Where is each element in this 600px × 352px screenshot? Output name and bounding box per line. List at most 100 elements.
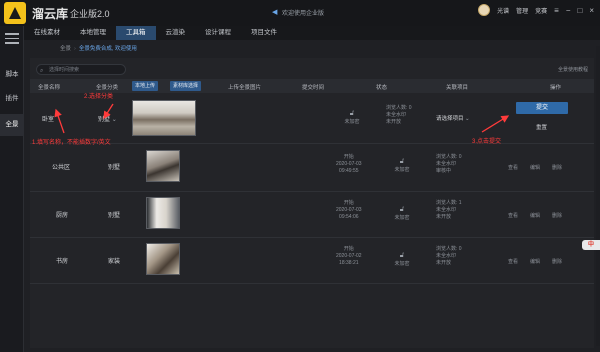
watermark-status: 未全水印 [436,207,457,213]
delete-button[interactable]: 删除 [552,164,562,171]
row-category: 别墅 [108,165,121,171]
table-row: 公共区 别墅 开始 2020-07-03 09:49:55 🔓︎ 未加密 浏览人… [30,144,594,192]
tab-toolbox[interactable]: 工具箱 [116,26,156,40]
row-time: 09:49:55 [339,168,359,174]
watermark-status: 未全水印 [436,253,457,259]
chevron-down-icon: ⌄ [111,117,117,123]
app-logo-icon [4,2,26,24]
tab-cloud-render[interactable]: 云渲染 [156,26,196,40]
tab-project-files[interactable]: 项目文件 [241,26,287,40]
row-time-label: 开始 [343,246,354,252]
breadcrumb-root[interactable]: 全景 [60,46,71,52]
table-row: 书房 家装 开始 2020-07-02 18:38:21 🔓︎ 未加密 浏览人数… [30,238,594,284]
time-search-input[interactable]: ⌕ 选择时间搜索 [36,64,126,75]
header-project: 关联项目 [446,85,469,91]
user-menu-manage[interactable]: 管理 [516,6,528,15]
lock-status: 🔓︎ 未加密 [342,110,362,125]
views-count: 浏览人数: 1 [436,200,462,206]
lock-icon[interactable]: 🔓︎ [342,110,362,118]
category-select[interactable]: 别墅 ⌄ [98,114,117,123]
rail-item-script[interactable]: 脚本 [0,64,24,86]
new-name-field[interactable]: 卧室 [42,114,54,123]
row-time: 09:54:06 [339,214,359,220]
minimize-button[interactable]: − [566,6,571,15]
edit-button[interactable]: 编辑 [530,212,540,219]
row-name: 公共区 [52,165,71,171]
header-operation: 操作 [550,85,562,91]
app-window: 溜云库 企业版2.0 ◀ 欢迎使用企业版 光谱 管理 竞赛 ≡ − □ × 脚本… [0,0,600,352]
local-upload-button[interactable]: 本地上传 [132,81,159,91]
row-submit-time: 开始 2020-07-03 09:49:55 [336,154,362,175]
user-name[interactable]: 光谱 [497,6,509,15]
view-button[interactable]: 查看 [508,212,518,219]
panorama-thumbnail[interactable] [132,100,196,136]
app-edition: 企业版2.0 [70,8,110,19]
views-count: 浏览人数: 0 [436,246,462,252]
row-time-label: 开始 [343,200,354,206]
delete-button[interactable]: 删除 [552,258,562,265]
usage-tutorial-link[interactable]: 全景使用教程 [558,66,588,73]
table-row: 厨房 别墅 开始 2020-07-03 09:54:06 🔓︎ 未加密 浏览人数… [30,192,594,238]
hamburger-icon[interactable]: ≡ [554,6,559,15]
choose-material-button[interactable]: 素材库选择 [170,81,202,91]
lock-status: 🔓︎ 未加密 [392,158,412,173]
rail-item-panorama[interactable]: 全景 [0,114,24,136]
row-time-label: 开始 [343,154,354,160]
tab-online-material[interactable]: 在线素材 [24,26,70,40]
header-upload-image: 上传全景图片 [228,85,262,91]
user-menu-contest[interactable]: 竞赛 [535,6,547,15]
row-category: 家装 [108,259,121,265]
chevron-down-icon: ⌄ [465,116,470,122]
maximize-button[interactable]: □ [577,6,582,15]
row-status-info: 浏览人数: 1 未全水印 未开放 [436,200,462,221]
annotation-step2: 2.选择分类 [84,94,114,100]
lock-icon[interactable]: 🔓︎ [392,206,412,214]
view-button[interactable]: 查看 [508,258,518,265]
ime-badge[interactable]: 中 [582,240,600,250]
breadcrumb: 全景 › 全景免费合成, 欢迎使用 [60,46,137,52]
edit-button[interactable]: 编辑 [530,258,540,265]
lock-status: 🔓︎ 未加密 [392,206,412,221]
row-thumbnail[interactable] [146,197,180,229]
category-select-value: 别墅 [98,117,111,123]
edit-button[interactable]: 编辑 [530,164,540,171]
review-status: 审核中 [436,168,452,174]
avatar[interactable] [478,4,491,16]
project-select[interactable]: 请选择项目 ⌄ [436,114,470,122]
header-category: 全景分类 [96,85,119,91]
row-date: 2020-07-03 [336,207,362,213]
rail-item-plugin[interactable]: 插件 [0,88,24,110]
lock-icon[interactable]: 🔓︎ [392,158,412,166]
lock-icon[interactable]: 🔓︎ [392,252,412,260]
search-placeholder: 选择时间搜索 [49,67,80,73]
watermark-status: 未全水印 [386,112,407,118]
top-nav: 在线素材 本地管理 工具箱 云渲染 设计课程 项目文件 [24,26,600,40]
welcome-text: 欢迎使用企业版 [282,11,325,17]
row-date: 2020-07-02 [336,253,362,259]
new-panorama-row: 卧室 别墅 ⌄ 🔓︎ 未加密 浏览人数: 0 未全水印 未开放 请选择项目 ⌄ … [30,94,594,144]
row-thumbnail[interactable] [146,150,180,182]
close-button[interactable]: × [589,6,594,15]
open-status: 未开放 [436,214,452,220]
welcome-banner: ◀ 欢迎使用企业版 [272,8,324,17]
app-title: 溜云库 [32,6,69,21]
reset-button[interactable]: 重置 [536,123,547,131]
row-thumbnail[interactable] [146,243,180,275]
status-info: 浏览人数: 0 未全水印 未开放 [386,105,412,126]
view-button[interactable]: 查看 [508,164,518,171]
delete-button[interactable]: 删除 [552,212,562,219]
submit-button[interactable]: 提交 [516,102,568,114]
row-date: 2020-07-03 [336,161,362,167]
title-bar: 溜云库 企业版2.0 ◀ 欢迎使用企业版 光谱 管理 竞赛 ≡ − □ × [0,0,600,26]
tab-local-manage[interactable]: 本地管理 [70,26,116,40]
lock-label: 未加密 [394,215,410,221]
scrollbar[interactable] [596,46,600,346]
left-rail: 脚本 插件 全景 [0,26,24,352]
menu-toggle-icon[interactable] [5,33,19,47]
row-category: 别墅 [108,213,121,219]
tab-design-course[interactable]: 设计课程 [195,26,241,40]
project-select-value: 请选择项目 [436,116,464,122]
row-name: 书房 [56,259,69,265]
speaker-icon: ◀ [272,9,278,16]
row-submit-time: 开始 2020-07-03 09:54:06 [336,200,362,221]
